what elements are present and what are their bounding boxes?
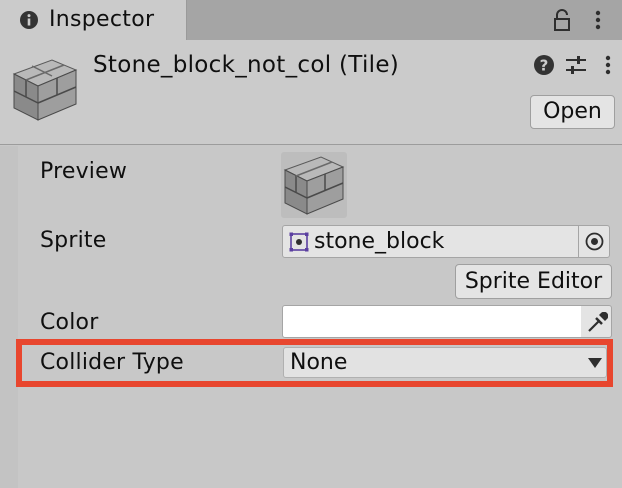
preview-label: Preview [40,159,128,184]
more-options-icon[interactable] [600,52,616,78]
stone-block-preview-image [283,156,345,215]
sprite-value: stone_block [314,229,445,254]
help-icon[interactable]: ? [533,54,555,76]
sprite-preview [281,152,347,218]
sprite-label: Sprite [40,228,107,253]
lock-icon[interactable] [552,8,572,32]
eyedropper-icon [588,312,608,332]
asset-title: Stone_block_not_col (Tile) [93,52,400,78]
sprite-asset-icon [289,232,309,252]
eyedropper-button[interactable] [581,305,612,338]
tab-menu-icon[interactable] [588,8,608,32]
tab-inspector[interactable]: Inspector [0,0,187,40]
left-gutter [0,146,18,488]
object-picker-button[interactable] [578,226,609,257]
tab-label: Inspector [49,7,155,32]
collider-type-highlight [16,339,613,387]
info-icon [20,11,38,29]
tab-bar: Inspector [0,0,622,40]
sprite-editor-button[interactable]: Sprite Editor [455,264,612,299]
inspector-header: Stone_block_not_col (Tile) ? Open [0,40,622,145]
color-label: Color [40,310,99,335]
object-picker-icon [585,232,604,251]
color-swatch[interactable] [282,305,582,338]
stone-block-thumbnail [12,59,78,121]
open-button[interactable]: Open [530,95,615,129]
preset-icon[interactable] [564,52,588,78]
sprite-object-field[interactable]: stone_block [282,225,610,258]
svg-text:?: ? [540,57,549,75]
